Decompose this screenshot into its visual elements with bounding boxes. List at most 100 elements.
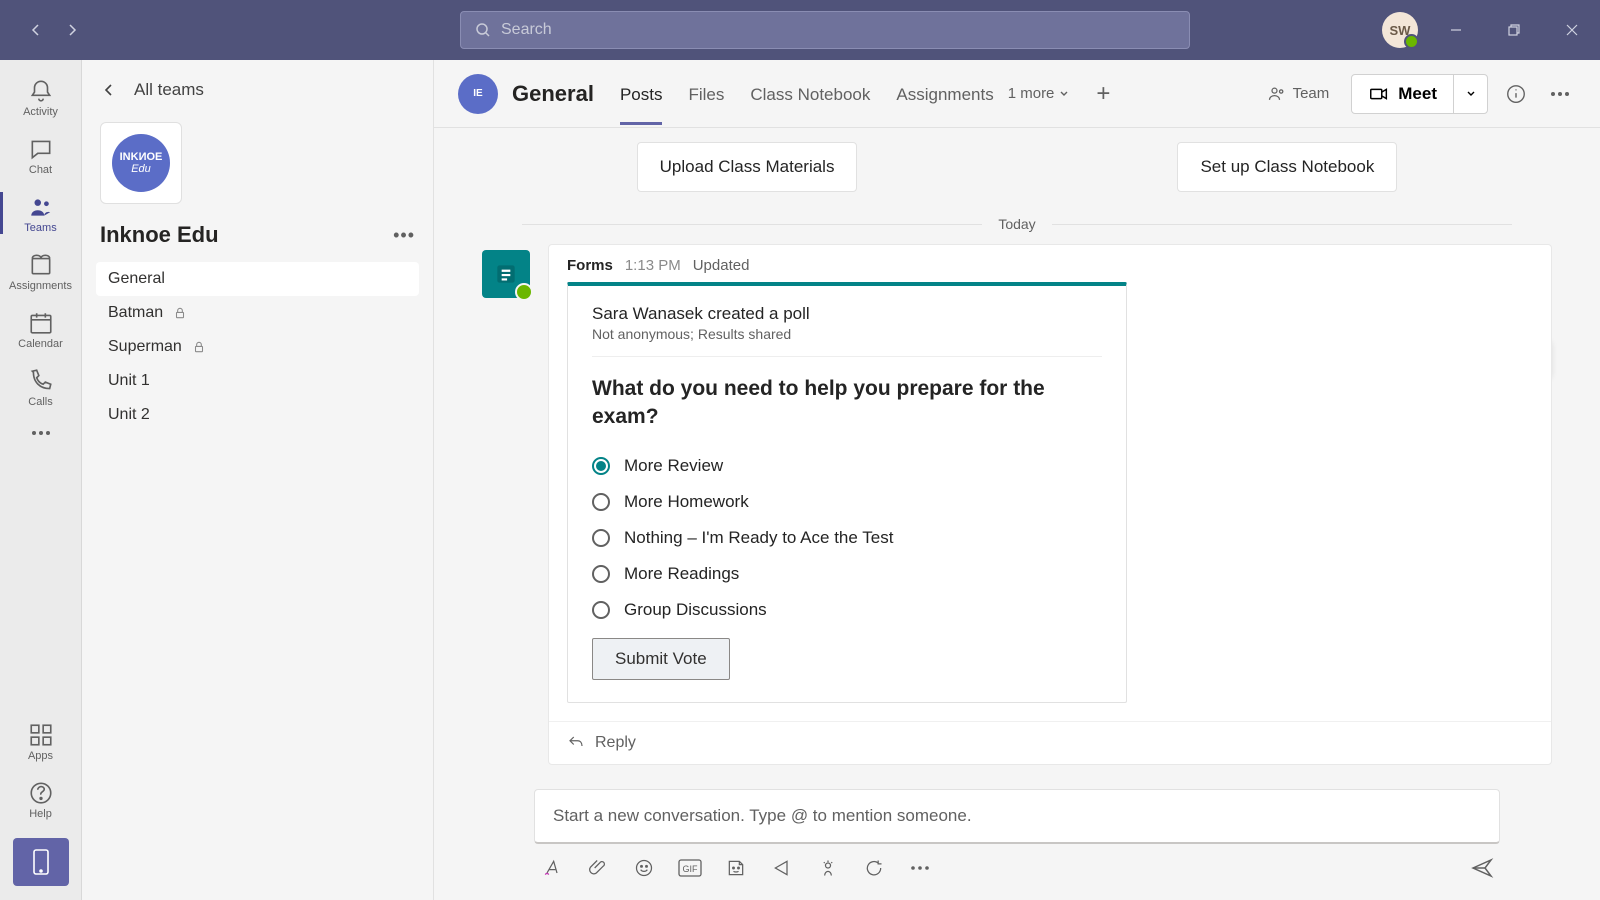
- reply-icon: [567, 734, 585, 752]
- rail-label: Assignments: [9, 280, 72, 292]
- rail-download-app[interactable]: [13, 838, 69, 886]
- channel-item[interactable]: General: [96, 262, 419, 296]
- poll-option[interactable]: More Review: [592, 448, 1102, 484]
- poll-option[interactable]: Nothing – I'm Ready to Ace the Test: [592, 520, 1102, 556]
- nav-back-button[interactable]: [18, 12, 54, 48]
- content-area: IE General PostsFilesClass NotebookAssig…: [434, 60, 1600, 900]
- reply-button[interactable]: Reply: [549, 721, 1551, 764]
- emoji-button[interactable]: [632, 856, 656, 880]
- rail-calls[interactable]: Calls: [0, 358, 81, 416]
- info-button[interactable]: [1500, 78, 1532, 110]
- channel-item[interactable]: Batman: [96, 296, 419, 330]
- rail-chat[interactable]: Chat: [0, 126, 81, 184]
- message-feed[interactable]: Upload Class Materials Set up Class Note…: [434, 128, 1600, 775]
- back-label: All teams: [134, 80, 204, 100]
- chevron-left-icon: [102, 83, 116, 97]
- tab-posts[interactable]: Posts: [620, 65, 663, 123]
- radio-button[interactable]: [592, 601, 610, 619]
- channel-item[interactable]: Unit 2: [96, 398, 419, 432]
- poll-option-label: Group Discussions: [624, 600, 767, 620]
- poll-option-label: Nothing – I'm Ready to Ace the Test: [624, 528, 893, 548]
- chevron-down-icon: [1465, 88, 1477, 100]
- channel-team-avatar: IE: [458, 74, 498, 114]
- poll-created-by: Sara Wanasek created a poll: [592, 304, 1102, 324]
- radio-button[interactable]: [592, 565, 610, 583]
- rail-activity[interactable]: Activity: [0, 68, 81, 126]
- channel-label: Superman: [108, 338, 182, 356]
- rail-label: Apps: [28, 750, 53, 762]
- message: Forms 1:13 PM Updated Sara Wanasek creat…: [482, 244, 1552, 765]
- forms-icon: [493, 261, 519, 287]
- titlebar: Search SW: [0, 0, 1600, 60]
- window-minimize-button[interactable]: [1436, 10, 1476, 50]
- channel-header: IE General PostsFilesClass NotebookAssig…: [434, 60, 1600, 128]
- loop-button[interactable]: [862, 856, 886, 880]
- sticker-button[interactable]: [724, 856, 748, 880]
- submit-vote-button[interactable]: Submit Vote: [592, 638, 730, 680]
- profile-avatar[interactable]: SW: [1382, 12, 1418, 48]
- message-composer[interactable]: Start a new conversation. Type @ to ment…: [534, 789, 1500, 844]
- message-status: Updated: [693, 257, 750, 274]
- forms-app-avatar: [482, 250, 530, 298]
- channel-label: Batman: [108, 304, 163, 322]
- format-button[interactable]: [540, 856, 564, 880]
- radio-button[interactable]: [592, 457, 610, 475]
- radio-button[interactable]: [592, 493, 610, 511]
- team-view-button[interactable]: Team: [1257, 78, 1340, 110]
- date-divider: Today: [522, 216, 1512, 232]
- tab-more[interactable]: 1 more: [1008, 85, 1071, 102]
- attach-button[interactable]: [586, 856, 610, 880]
- composer-placeholder: Start a new conversation. Type @ to ment…: [553, 806, 972, 825]
- meet-button[interactable]: Meet: [1352, 75, 1453, 113]
- channel-item[interactable]: Unit 1: [96, 364, 419, 398]
- team-logo: INKИOE Edu: [100, 122, 182, 204]
- upload-materials-card[interactable]: Upload Class Materials: [637, 142, 858, 192]
- stream-button[interactable]: [816, 856, 840, 880]
- channel-item[interactable]: Superman: [96, 330, 419, 364]
- back-to-teams[interactable]: All teams: [96, 72, 419, 118]
- divider-label: Today: [998, 216, 1035, 232]
- poll-option[interactable]: More Homework: [592, 484, 1102, 520]
- channel-label: Unit 2: [108, 406, 150, 424]
- rail-assignments[interactable]: Assignments: [0, 242, 81, 300]
- app-rail: Activity Chat Teams Assignments Calendar…: [0, 60, 82, 900]
- rail-label: Chat: [29, 164, 52, 176]
- more-icon: [1549, 91, 1571, 97]
- nav-forward-button[interactable]: [54, 12, 90, 48]
- poll-option[interactable]: More Readings: [592, 556, 1102, 592]
- rail-teams[interactable]: Teams: [0, 184, 81, 242]
- radio-button[interactable]: [592, 529, 610, 547]
- rail-more[interactable]: [0, 416, 81, 450]
- reply-label: Reply: [595, 734, 636, 752]
- tab-class-notebook[interactable]: Class Notebook: [750, 65, 870, 123]
- composer-more-button[interactable]: [908, 856, 932, 880]
- team-icon: [1267, 84, 1287, 104]
- message-sender: Forms: [567, 257, 613, 274]
- tab-assignments[interactable]: Assignments: [896, 65, 993, 123]
- channel-more-button[interactable]: [1544, 78, 1576, 110]
- team-name: Inknoe Edu: [100, 222, 219, 248]
- rail-label: Calls: [28, 396, 52, 408]
- add-tab-button[interactable]: +: [1096, 80, 1110, 108]
- gif-button[interactable]: GIF: [678, 856, 702, 880]
- chevron-down-icon: [1058, 88, 1070, 100]
- meet-now-button[interactable]: [770, 856, 794, 880]
- message-time: 1:13 PM: [625, 257, 681, 274]
- composer-area: Start a new conversation. Type @ to ment…: [434, 775, 1600, 900]
- window-close-button[interactable]: [1552, 10, 1592, 50]
- send-button[interactable]: [1470, 856, 1494, 880]
- rail-calendar[interactable]: Calendar: [0, 300, 81, 358]
- lock-icon: [173, 306, 187, 320]
- tab-files[interactable]: Files: [688, 65, 724, 123]
- meet-dropdown[interactable]: [1453, 75, 1487, 113]
- poll-card: Sara Wanasek created a poll Not anonymou…: [567, 282, 1127, 703]
- window-maximize-button[interactable]: [1494, 10, 1534, 50]
- team-more-button[interactable]: •••: [393, 225, 415, 246]
- rail-help[interactable]: Help: [0, 770, 81, 828]
- poll-option[interactable]: Group Discussions: [592, 592, 1102, 628]
- team-btn-label: Team: [1293, 85, 1330, 102]
- video-icon: [1368, 83, 1390, 105]
- setup-notebook-card[interactable]: Set up Class Notebook: [1177, 142, 1397, 192]
- search-input[interactable]: Search: [460, 11, 1190, 49]
- rail-apps[interactable]: Apps: [0, 712, 81, 770]
